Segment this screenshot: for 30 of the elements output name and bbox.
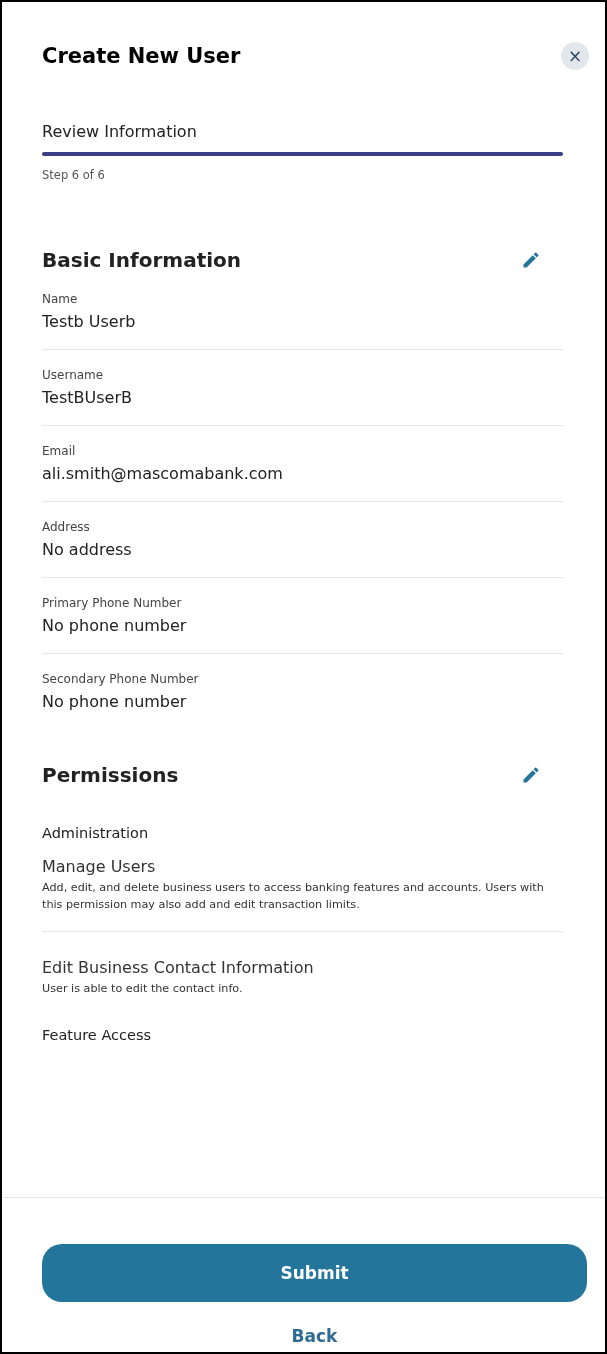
edit-button[interactable] [521,765,541,785]
close-button[interactable]: × [561,42,589,70]
permission-description: User is able to edit the contact info. [42,981,244,997]
section-heading: Permissions [42,763,179,787]
field-label: Email [42,444,77,458]
field-label: Name [42,292,79,306]
permission-title: Edit Business Contact Information [42,958,315,977]
field-value: TestBUserB [42,388,133,407]
permission-group: Administration [42,825,563,841]
edit-button[interactable] [521,250,541,270]
field-value: Testb Userb [42,312,137,331]
permission-group: Feature Access [42,1027,563,1043]
step-counter: Step 6 of 6 [42,168,106,182]
field-label: Secondary Phone Number [42,672,200,686]
pencil-icon [521,250,541,270]
field-label: Username [42,368,105,382]
field-label: Primary Phone Number [42,596,183,610]
field-value: No phone number [42,616,188,635]
submit-button[interactable]: Submit [42,1244,587,1302]
field-label: Address [42,520,91,534]
back-link[interactable]: Back [291,1326,338,1346]
pencil-icon [521,765,541,785]
field-value: ali.smith@mascomabank.com [42,464,284,483]
section-heading: Basic Information [42,248,242,272]
dialog-title: Create New User [42,44,241,68]
field-value: No phone number [42,692,188,711]
permission-description: Add, edit, and delete business users to access banking features and accounts. Users with this permission may also add and edit transaction limits. [42,880,545,913]
step-title: Review Information [42,122,198,141]
permission-title: Manage Users [42,857,157,876]
field-value: No address [42,540,133,559]
